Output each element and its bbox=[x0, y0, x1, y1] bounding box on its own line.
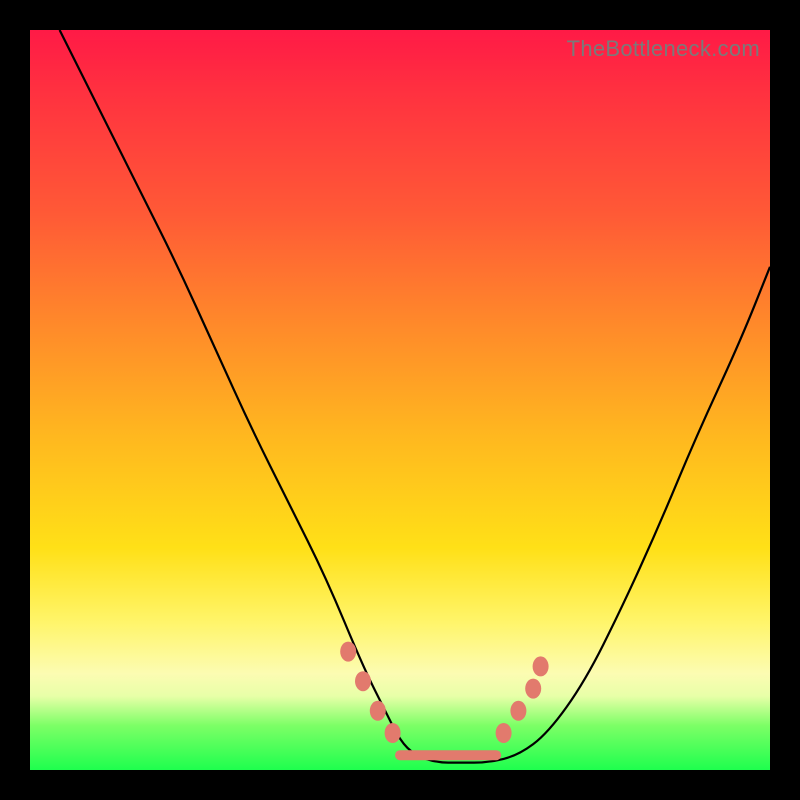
curve-marker bbox=[355, 671, 371, 691]
plot-area: TheBottleneck.com bbox=[30, 30, 770, 770]
curve-marker bbox=[510, 701, 526, 721]
curve-marker bbox=[525, 679, 541, 699]
bottleneck-curve bbox=[60, 30, 770, 763]
curve-marker bbox=[370, 701, 386, 721]
curve-marker bbox=[385, 723, 401, 743]
curve-marker bbox=[496, 723, 512, 743]
curve-marker bbox=[533, 656, 549, 676]
chart-frame: TheBottleneck.com bbox=[0, 0, 800, 800]
curve-svg bbox=[30, 30, 770, 770]
curve-markers bbox=[340, 642, 548, 756]
curve-marker bbox=[340, 642, 356, 662]
